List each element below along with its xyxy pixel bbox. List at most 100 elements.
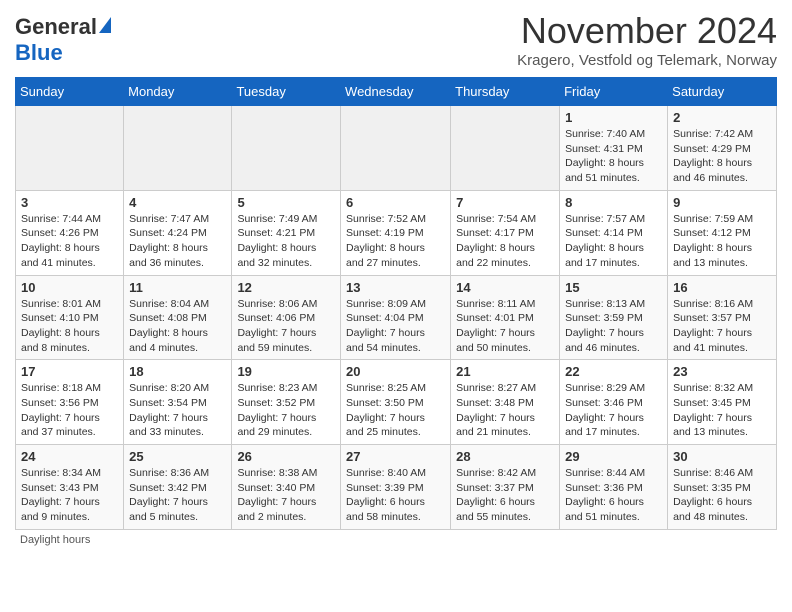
calendar-table: SundayMondayTuesdayWednesdayThursdayFrid… [15,77,777,530]
day-number: 5 [237,195,335,210]
calendar-cell: 30 Sunrise: 8:46 AM Sunset: 3:35 PM Dayli… [668,445,777,530]
day-info: Sunrise: 8:04 AM Sunset: 4:08 PM Dayligh… [129,297,226,356]
day-number: 17 [21,364,118,379]
day-info: Sunrise: 7:59 AM Sunset: 4:12 PM Dayligh… [673,212,771,271]
title-area: November 2024 Kragero, Vestfold og Telem… [517,10,777,69]
calendar-week-row: 24 Sunrise: 8:34 AM Sunset: 3:43 PM Dayli… [16,445,777,530]
day-number: 19 [237,364,335,379]
day-number: 8 [565,195,662,210]
day-info: Sunrise: 8:34 AM Sunset: 3:43 PM Dayligh… [21,466,118,525]
calendar-cell: 29 Sunrise: 8:44 AM Sunset: 3:36 PM Dayli… [560,445,668,530]
calendar-week-row: 1Sunrise: 7:40 AM Sunset: 4:31 PM Daylig… [16,106,777,191]
calendar-cell: 15 Sunrise: 8:13 AM Sunset: 3:59 PM Dayli… [560,275,668,360]
calendar-cell: 1Sunrise: 7:40 AM Sunset: 4:31 PM Daylig… [560,106,668,191]
day-number: 16 [673,280,771,295]
day-number: 11 [129,280,226,295]
header: General Blue November 2024 Kragero, Vest… [15,10,777,69]
day-info: Sunrise: 7:52 AM Sunset: 4:19 PM Dayligh… [346,212,445,271]
day-info: Sunrise: 7:44 AM Sunset: 4:26 PM Dayligh… [21,212,118,271]
weekday-header: Thursday [451,78,560,106]
day-info: Sunrise: 8:09 AM Sunset: 4:04 PM Dayligh… [346,297,445,356]
calendar-cell [124,106,232,191]
day-number: 20 [346,364,445,379]
day-number: 23 [673,364,771,379]
day-info: Sunrise: 8:13 AM Sunset: 3:59 PM Dayligh… [565,297,662,356]
calendar-week-row: 3Sunrise: 7:44 AM Sunset: 4:26 PM Daylig… [16,190,777,275]
calendar-cell: 23 Sunrise: 8:32 AM Sunset: 3:45 PM Dayli… [668,360,777,445]
logo: General Blue [15,10,111,66]
daylight-label: Daylight hours [20,534,90,546]
calendar-cell: 20Sunrise: 8:25 AM Sunset: 3:50 PM Dayli… [341,360,451,445]
day-number: 30 [673,449,771,464]
calendar-week-row: 17 Sunrise: 8:18 AM Sunset: 3:56 PM Dayli… [16,360,777,445]
day-info: Sunrise: 8:40 AM Sunset: 3:39 PM Dayligh… [346,466,445,525]
month-title: November 2024 [517,10,777,52]
day-info: Sunrise: 8:44 AM Sunset: 3:36 PM Dayligh… [565,466,662,525]
calendar-week-row: 10 Sunrise: 8:01 AM Sunset: 4:10 PM Dayli… [16,275,777,360]
calendar-cell: 13 Sunrise: 8:09 AM Sunset: 4:04 PM Dayli… [341,275,451,360]
day-info: Sunrise: 8:11 AM Sunset: 4:01 PM Dayligh… [456,297,554,356]
day-number: 18 [129,364,226,379]
day-info: Sunrise: 7:42 AM Sunset: 4:29 PM Dayligh… [673,127,771,186]
calendar-cell: 19Sunrise: 8:23 AM Sunset: 3:52 PM Dayli… [232,360,341,445]
day-number: 24 [21,449,118,464]
calendar-cell [232,106,341,191]
day-info: Sunrise: 8:29 AM Sunset: 3:46 PM Dayligh… [565,381,662,440]
day-number: 15 [565,280,662,295]
day-info: Sunrise: 8:16 AM Sunset: 3:57 PM Dayligh… [673,297,771,356]
day-number: 29 [565,449,662,464]
day-info: Sunrise: 8:27 AM Sunset: 3:48 PM Dayligh… [456,381,554,440]
day-number: 14 [456,280,554,295]
calendar-cell: 22 Sunrise: 8:29 AM Sunset: 3:46 PM Dayli… [560,360,668,445]
day-info: Sunrise: 8:18 AM Sunset: 3:56 PM Dayligh… [21,381,118,440]
calendar-cell: 5Sunrise: 7:49 AM Sunset: 4:21 PM Daylig… [232,190,341,275]
day-info: Sunrise: 7:40 AM Sunset: 4:31 PM Dayligh… [565,127,662,186]
day-number: 22 [565,364,662,379]
calendar-cell: 12Sunrise: 8:06 AM Sunset: 4:06 PM Dayli… [232,275,341,360]
day-number: 13 [346,280,445,295]
weekday-header: Sunday [16,78,124,106]
weekday-header: Monday [124,78,232,106]
calendar-cell [451,106,560,191]
day-info: Sunrise: 7:47 AM Sunset: 4:24 PM Dayligh… [129,212,226,271]
calendar-cell: 7Sunrise: 7:54 AM Sunset: 4:17 PM Daylig… [451,190,560,275]
day-info: Sunrise: 8:01 AM Sunset: 4:10 PM Dayligh… [21,297,118,356]
calendar-cell: 24 Sunrise: 8:34 AM Sunset: 3:43 PM Dayli… [16,445,124,530]
calendar-cell: 11 Sunrise: 8:04 AM Sunset: 4:08 PM Dayli… [124,275,232,360]
day-number: 10 [21,280,118,295]
calendar-cell: 26 Sunrise: 8:38 AM Sunset: 3:40 PM Dayli… [232,445,341,530]
day-number: 4 [129,195,226,210]
calendar-cell [341,106,451,191]
day-number: 26 [237,449,335,464]
day-info: Sunrise: 8:42 AM Sunset: 3:37 PM Dayligh… [456,466,554,525]
day-info: Sunrise: 8:46 AM Sunset: 3:35 PM Dayligh… [673,466,771,525]
logo-blue: Blue [15,40,63,65]
calendar-cell: 27 Sunrise: 8:40 AM Sunset: 3:39 PM Dayli… [341,445,451,530]
day-number: 21 [456,364,554,379]
daylight-footer: Daylight hours [15,530,777,546]
weekday-header: Wednesday [341,78,451,106]
weekday-header: Saturday [668,78,777,106]
logo-general: General [15,14,97,40]
calendar-cell: 25Sunrise: 8:36 AM Sunset: 3:42 PM Dayli… [124,445,232,530]
day-info: Sunrise: 7:54 AM Sunset: 4:17 PM Dayligh… [456,212,554,271]
calendar-cell: 4 Sunrise: 7:47 AM Sunset: 4:24 PM Daylig… [124,190,232,275]
subtitle: Kragero, Vestfold og Telemark, Norway [517,52,777,69]
calendar-cell: 16 Sunrise: 8:16 AM Sunset: 3:57 PM Dayli… [668,275,777,360]
day-info: Sunrise: 8:32 AM Sunset: 3:45 PM Dayligh… [673,381,771,440]
day-info: Sunrise: 8:38 AM Sunset: 3:40 PM Dayligh… [237,466,335,525]
calendar-cell: 18Sunrise: 8:20 AM Sunset: 3:54 PM Dayli… [124,360,232,445]
day-number: 27 [346,449,445,464]
calendar-cell: 10 Sunrise: 8:01 AM Sunset: 4:10 PM Dayli… [16,275,124,360]
day-number: 25 [129,449,226,464]
day-info: Sunrise: 7:57 AM Sunset: 4:14 PM Dayligh… [565,212,662,271]
logo-triangle [99,17,111,33]
day-number: 28 [456,449,554,464]
day-number: 6 [346,195,445,210]
calendar-cell: 2 Sunrise: 7:42 AM Sunset: 4:29 PM Daylig… [668,106,777,191]
weekday-header: Tuesday [232,78,341,106]
calendar-cell: 28 Sunrise: 8:42 AM Sunset: 3:37 PM Dayli… [451,445,560,530]
calendar-cell: 17 Sunrise: 8:18 AM Sunset: 3:56 PM Dayli… [16,360,124,445]
weekday-header-row: SundayMondayTuesdayWednesdayThursdayFrid… [16,78,777,106]
day-number: 2 [673,110,771,125]
